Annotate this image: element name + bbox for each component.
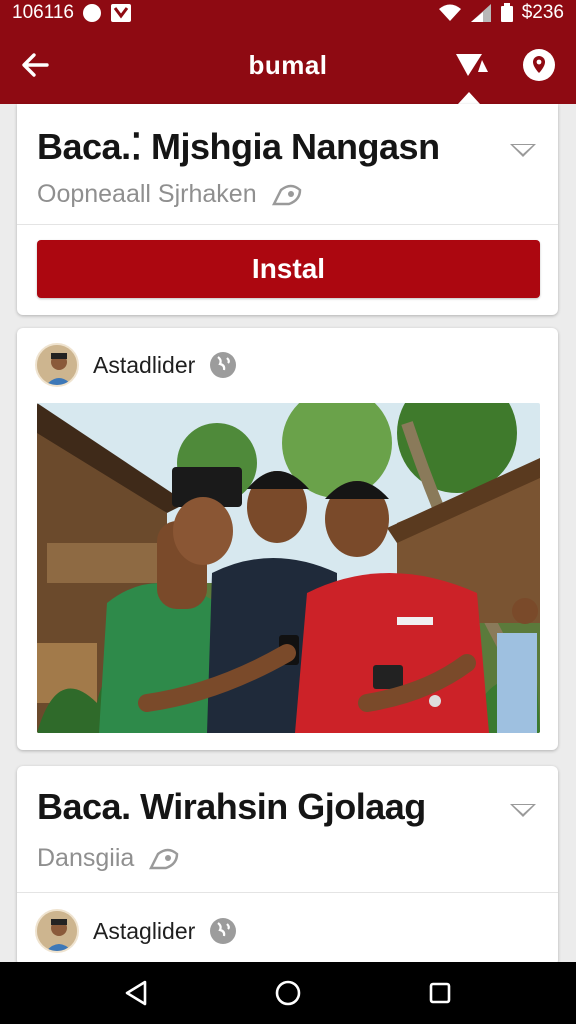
chevron-down-icon[interactable] — [510, 144, 536, 157]
notification-app-icon — [111, 4, 131, 22]
battery-icon — [500, 3, 513, 22]
globe-icon — [210, 352, 237, 378]
triangle-back-icon — [125, 980, 147, 1006]
menu-pointer — [458, 92, 480, 104]
status-bar: 106116 $236 — [0, 0, 576, 26]
author-name: Astaglider — [93, 917, 196, 944]
avatar[interactable] — [35, 909, 79, 953]
author-name: Astadlider — [93, 351, 196, 378]
divider — [17, 224, 558, 225]
card-subtitle-text: Dansgiia — [37, 844, 135, 872]
location-button[interactable] — [520, 46, 558, 84]
wifi-icon — [438, 4, 461, 21]
circle-home-icon — [275, 980, 301, 1006]
app-bar: bumal — [0, 26, 576, 104]
location-pin-icon — [523, 49, 555, 81]
post-photo[interactable] — [37, 403, 540, 733]
divider — [17, 892, 558, 893]
avatar[interactable] — [35, 343, 79, 387]
install-button[interactable]: Instal — [37, 240, 540, 298]
system-nav-bar — [0, 962, 576, 1024]
app-card: Baca.⁚ Mjshgia Nangasn Oopneaall Sjrhake… — [17, 104, 558, 315]
post-card: Baca. Wirahsin Gjolaag Dansgiia Astaglid… — [17, 766, 558, 966]
post-author[interactable]: Astadlider — [35, 343, 237, 387]
card-subtitle: Dansgiia — [37, 844, 180, 873]
send-icon — [456, 54, 488, 76]
status-time: 106116 — [12, 2, 74, 23]
card-title: Baca.⁚ Mjshgia Nangasn — [37, 126, 440, 167]
signal-icon — [470, 4, 491, 22]
share-button[interactable] — [452, 48, 492, 82]
nav-back-button[interactable] — [116, 973, 156, 1013]
tag-icon — [271, 184, 301, 205]
post-card: Astadlider — [17, 328, 558, 750]
card-title: Baca. Wirahsin Gjolaag — [37, 786, 426, 827]
square-recents-icon — [429, 982, 451, 1004]
globe-icon — [210, 918, 237, 944]
tag-icon — [149, 848, 179, 869]
notification-dot-icon — [83, 4, 101, 22]
card-subtitle-text: Oopneaall Sjrhaken — [37, 180, 257, 208]
chevron-down-icon[interactable] — [510, 804, 536, 817]
card-subtitle: Oopneaall Sjrhaken — [37, 180, 303, 209]
nav-recents-button[interactable] — [420, 973, 460, 1013]
nav-home-button[interactable] — [268, 973, 308, 1013]
post-author[interactable]: Astaglider — [35, 909, 237, 953]
battery-label: $236 — [521, 2, 564, 23]
